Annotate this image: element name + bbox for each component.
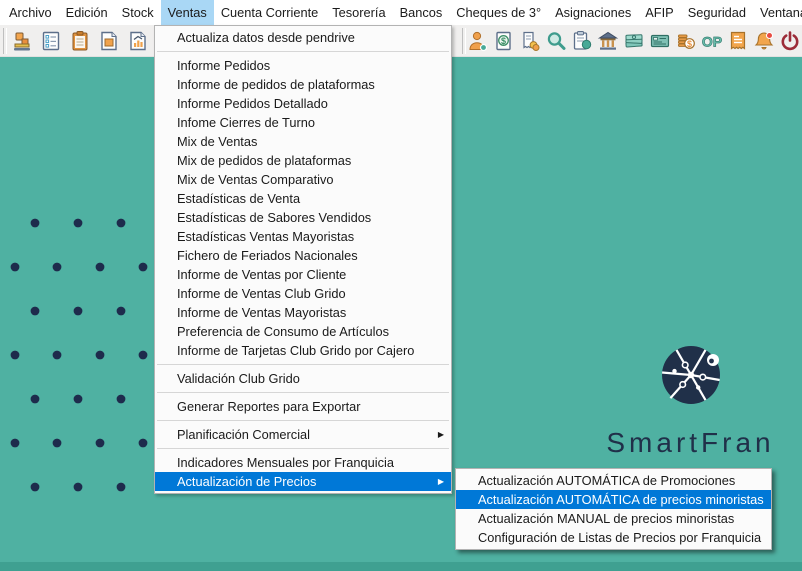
menu-item[interactable]: Mix de Ventas ▶ <box>155 132 451 151</box>
menubar-item[interactable]: Archivo <box>2 0 59 25</box>
menu-item[interactable]: Informe Pedidos Detallado ▶ <box>155 94 451 113</box>
menu-item[interactable]: Fichero de Feriados Nacionales ▶ <box>155 246 451 265</box>
search-icon[interactable] <box>544 29 568 53</box>
menu-item[interactable]: Actualización AUTOMÁTICA de Promociones … <box>456 471 771 490</box>
svg-text:$: $ <box>687 39 692 49</box>
menu-item[interactable]: Estadísticas de Venta ▶ <box>155 189 451 208</box>
menu-item[interactable]: Estadísticas de Sabores Vendidos ▶ <box>155 208 451 227</box>
menu-separator: ▶ <box>155 416 451 425</box>
coins-dollar-icon[interactable]: $ <box>674 29 698 53</box>
menubar-item[interactable]: Tesorería <box>325 0 392 25</box>
invoice-dollar-icon[interactable]: $ <box>492 29 516 53</box>
menubar-item[interactable]: Asignaciones <box>548 0 638 25</box>
menubar-item[interactable]: Ventas <box>161 0 214 25</box>
menu-item[interactable]: Preferencia de Consumo de Artículos ▶ <box>155 322 451 341</box>
menu-item[interactable]: Infome Cierres de Turno ▶ <box>155 113 451 132</box>
invoice-receipt-icon[interactable] <box>726 29 750 53</box>
app-window: ArchivoEdiciónStockVentasCuenta Corrient… <box>0 0 802 571</box>
menu-item[interactable]: Planificación Comercial ▶ <box>155 425 451 444</box>
toolbar-separator <box>3 28 7 54</box>
menu-item[interactable]: Estadísticas Ventas Mayoristas ▶ <box>155 227 451 246</box>
customer-icon[interactable] <box>466 29 490 53</box>
bank-icon[interactable] <box>596 29 620 53</box>
menu-item[interactable]: Actualización de Precios ▶ <box>155 472 451 491</box>
menu-item[interactable]: Generar Reportes para Exportar ▶ <box>155 397 451 416</box>
menubar-item[interactable]: Bancos <box>393 0 450 25</box>
menu-item[interactable]: Actualización AUTOMÁTICA de precios mino… <box>456 490 771 509</box>
pallet-boxes-icon[interactable] <box>10 29 34 53</box>
menu-item[interactable]: Indicadores Mensuales por Franquicia ▶ <box>155 453 451 472</box>
submenu-arrow-icon: ▶ <box>438 472 444 491</box>
ventas-menu: Actualiza datos desde pendrive ▶ ▶ Infor… <box>154 25 452 494</box>
menubar-item[interactable]: Cheques de 3° <box>449 0 548 25</box>
report-image-icon[interactable] <box>97 29 121 53</box>
menu-item[interactable]: Mix de pedidos de plataformas ▶ <box>155 151 451 170</box>
menubar-item[interactable]: Ventana <box>753 0 802 25</box>
menu-separator: ▶ <box>155 444 451 453</box>
smartfran-logo-icon <box>661 345 721 405</box>
menubar-item[interactable]: Seguridad <box>681 0 753 25</box>
receipt-coins-icon[interactable] <box>518 29 542 53</box>
clipboard-icon[interactable] <box>68 29 92 53</box>
smartfran-wordmark: SmartFran <box>583 427 798 459</box>
menubar-item[interactable]: Stock <box>115 0 161 25</box>
bottom-strip <box>0 562 802 571</box>
menubar-item[interactable]: Cuenta Corriente <box>214 0 325 25</box>
menu-separator: ▶ <box>155 360 451 369</box>
menu-item[interactable]: Validación Club Grido ▶ <box>155 369 451 388</box>
menu-item[interactable]: Informe de pedidos de plataformas ▶ <box>155 75 451 94</box>
menu-bar: ArchivoEdiciónStockVentasCuenta Corrient… <box>0 0 802 25</box>
cash-stack-icon[interactable] <box>622 29 646 53</box>
report-chart-icon[interactable] <box>126 29 150 53</box>
menu-item[interactable]: Configuración de Listas de Precios por F… <box>456 528 771 547</box>
payment-order-icon[interactable]: OP <box>700 29 724 53</box>
svg-text:OP: OP <box>702 34 722 50</box>
submenu-arrow-icon: ▶ <box>438 425 444 444</box>
power-icon[interactable] <box>778 29 802 53</box>
notifications-bell-icon[interactable] <box>752 29 776 53</box>
menubar-item[interactable]: AFIP <box>638 0 680 25</box>
toolbar-left-group <box>10 29 150 53</box>
menu-item[interactable]: Informe de Ventas por Cliente ▶ <box>155 265 451 284</box>
clipboard-search-icon[interactable] <box>570 29 594 53</box>
cheque-icon[interactable] <box>648 29 672 53</box>
menu-item[interactable]: Informe Pedidos ▶ <box>155 56 451 75</box>
menu-separator: ▶ <box>155 47 451 56</box>
precios-submenu: Actualización AUTOMÁTICA de Promociones … <box>455 468 772 550</box>
menu-item[interactable]: Actualiza datos desde pendrive ▶ <box>155 28 451 47</box>
menu-item[interactable]: Informe de Ventas Club Grido ▶ <box>155 284 451 303</box>
menubar-item[interactable]: Edición <box>59 0 115 25</box>
menu-item[interactable]: Mix de Ventas Comparativo ▶ <box>155 170 451 189</box>
smartfran-logo: SmartFran <box>583 345 798 459</box>
menu-item[interactable]: Informe de Tarjetas Club Grido por Cajer… <box>155 341 451 360</box>
toolbar-right-group: $ $ OP <box>466 29 802 53</box>
checklist-icon[interactable] <box>39 29 63 53</box>
menu-separator: ▶ <box>155 388 451 397</box>
menu-item[interactable]: Informe de Ventas Mayoristas ▶ <box>155 303 451 322</box>
menu-item[interactable]: Actualización MANUAL de precios minorist… <box>456 509 771 528</box>
svg-text:$: $ <box>501 36 506 46</box>
